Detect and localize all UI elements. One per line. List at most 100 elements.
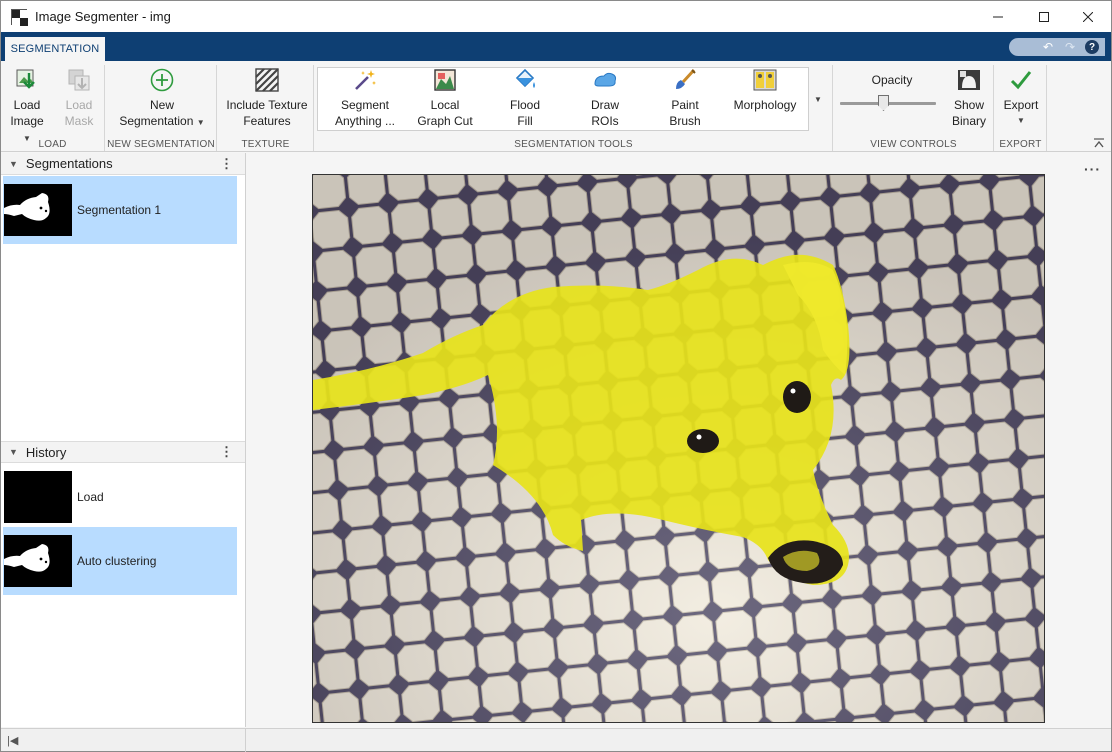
collapse-toolstrip-button[interactable] xyxy=(1093,137,1105,149)
panel-options-icon[interactable]: ⋮ xyxy=(220,444,233,460)
view-controls-section: Opacity Show Binary VIEW CONTROLS xyxy=(834,65,994,151)
load-mask-label-1: Load xyxy=(65,98,93,112)
morphology-label-1: Morphology xyxy=(733,98,797,112)
export-label: Export xyxy=(1003,98,1039,112)
texture-icon xyxy=(254,67,280,93)
new-segmentation-button[interactable]: New Segmentation ▼ xyxy=(112,67,212,131)
segmented-image xyxy=(313,175,1044,722)
draw-rois-label-2: ROIs xyxy=(591,114,619,128)
more-options-icon[interactable]: ··· xyxy=(1084,161,1101,177)
redo-icon[interactable]: ↷ xyxy=(1063,40,1077,54)
app-window: Image Segmenter - img SEGMENTATION ↶ ↷ ? xyxy=(0,0,1112,752)
draw-rois-button[interactable]: Draw ROIs xyxy=(573,67,637,129)
morphology-button[interactable]: Morphology xyxy=(729,67,801,113)
history-panel-header[interactable]: ▼ History ⋮ xyxy=(1,441,245,463)
new-segmentation-label-2: Segmentation xyxy=(119,114,194,128)
load-section: Load Image ▼ Load Mask LOAD xyxy=(1,65,105,151)
export-section-title: EXPORT xyxy=(999,139,1042,150)
toolstrip: Load Image ▼ Load Mask LOAD New Segmenta… xyxy=(1,61,1111,152)
opacity-label: Opacity xyxy=(871,73,913,87)
draw-rois-label-1: Draw xyxy=(590,98,619,112)
roi-icon xyxy=(592,67,618,93)
paint-brush-icon xyxy=(672,67,698,93)
view-controls-section-title: VIEW CONTROLS xyxy=(870,139,957,150)
texture-section: Include Texture Features TEXTURE xyxy=(218,65,314,151)
segment-anything-label-2: Anything ... xyxy=(334,114,396,128)
segmentations-panel-header[interactable]: ▼ Segmentations ⋮ xyxy=(1,153,245,175)
flood-fill-label-2: Fill xyxy=(517,114,533,128)
history-item[interactable]: Load xyxy=(3,463,237,531)
left-panel: ▼ Segmentations ⋮ Segmentation 1 ▼ Histo… xyxy=(1,153,246,727)
load-mask-button[interactable]: Load Mask xyxy=(59,67,99,129)
new-segmentation-section: New Segmentation ▼ NEW SEGMENTATION xyxy=(106,65,217,151)
segment-anything-label-1: Segment xyxy=(340,98,390,112)
segmentation-list-item[interactable]: Segmentation 1 xyxy=(3,176,237,244)
minimize-button[interactable] xyxy=(975,1,1021,32)
title-bar: Image Segmenter - img xyxy=(1,1,1111,32)
binary-image-icon xyxy=(956,67,982,93)
load-mask-icon xyxy=(66,67,92,93)
undo-icon[interactable]: ↶ xyxy=(1041,40,1055,54)
history-item[interactable]: Auto clustering xyxy=(3,527,237,595)
load-image-label-1: Load xyxy=(13,98,41,112)
image-canvas-area: ··· xyxy=(247,153,1111,727)
opacity-slider-thumb[interactable] xyxy=(878,95,889,111)
tab-strip: SEGMENTATION ↶ ↷ ? xyxy=(1,32,1111,61)
collapse-up-icon xyxy=(1094,138,1104,148)
segmentation-thumbnail xyxy=(4,184,72,236)
export-button[interactable]: Export ▼ xyxy=(999,67,1043,129)
maximize-icon xyxy=(1039,11,1049,22)
dropdown-caret-icon: ▼ xyxy=(1017,116,1025,125)
show-binary-button[interactable]: Show Binary xyxy=(946,67,992,129)
close-button[interactable] xyxy=(1065,1,1111,32)
history-thumbnail xyxy=(4,535,72,587)
quick-access-toolbar: ↶ ↷ ? xyxy=(1009,38,1105,56)
load-image-label-2: Image xyxy=(10,114,44,128)
segmentation-tools-section: Segment Anything ... Local Graph Cut Flo… xyxy=(315,65,833,151)
add-circle-icon xyxy=(149,67,175,93)
magic-wand-icon xyxy=(352,67,378,93)
local-graph-cut-button[interactable]: Local Graph Cut xyxy=(413,67,477,129)
morphology-icon xyxy=(752,67,778,93)
collapse-left-panel-icon[interactable]: |◀ xyxy=(7,734,18,747)
gallery-expand-button[interactable]: ▼ xyxy=(811,91,825,107)
load-image-button[interactable]: Load Image ▼ xyxy=(7,67,47,147)
opacity-slider[interactable] xyxy=(840,95,936,111)
collapse-triangle-icon[interactable]: ▼ xyxy=(9,447,18,457)
window-title: Image Segmenter - img xyxy=(35,9,171,24)
status-divider xyxy=(245,729,246,752)
history-panel-title: History xyxy=(25,444,67,460)
include-texture-label-2: Features xyxy=(243,114,291,128)
new-segmentation-section-title: NEW SEGMENTATION xyxy=(107,139,215,150)
segment-anything-button[interactable]: Segment Anything ... xyxy=(333,67,397,129)
minimize-icon xyxy=(993,16,1003,17)
panel-options-icon[interactable]: ⋮ xyxy=(220,156,233,172)
include-texture-label-1: Include Texture xyxy=(226,98,308,112)
texture-section-title: TEXTURE xyxy=(241,139,290,150)
segmentation-item-label: Segmentation 1 xyxy=(77,203,162,217)
load-image-icon xyxy=(14,67,40,93)
history-item-label: Auto clustering xyxy=(77,554,157,568)
paint-brush-button[interactable]: Paint Brush xyxy=(653,67,717,129)
history-item-label: Load xyxy=(77,490,104,504)
include-texture-button[interactable]: Include Texture Features xyxy=(222,67,312,129)
tab-segmentation[interactable]: SEGMENTATION xyxy=(5,37,105,61)
app-icon xyxy=(11,8,28,26)
history-thumbnail xyxy=(4,471,72,523)
segmentations-panel-title: Segmentations xyxy=(25,156,113,171)
collapse-triangle-icon[interactable]: ▼ xyxy=(9,159,18,169)
help-icon[interactable]: ? xyxy=(1085,40,1099,54)
load-section-title: LOAD xyxy=(38,139,67,150)
flood-fill-button[interactable]: Flood Fill xyxy=(493,67,557,129)
status-bar: |◀ xyxy=(1,728,1111,752)
chevron-down-icon: ▼ xyxy=(814,94,822,104)
segmentation-tools-section-title: SEGMENTATION TOOLS xyxy=(514,139,633,150)
load-mask-label-2: Mask xyxy=(64,114,94,128)
export-section: Export ▼ EXPORT xyxy=(995,65,1047,151)
image-display[interactable] xyxy=(312,174,1045,723)
maximize-button[interactable] xyxy=(1021,1,1067,32)
local-graph-cut-label-2: Graph Cut xyxy=(417,114,473,128)
close-icon xyxy=(1083,11,1093,22)
dropdown-caret-icon: ▼ xyxy=(196,118,205,127)
new-segmentation-label-1: New xyxy=(149,98,174,112)
